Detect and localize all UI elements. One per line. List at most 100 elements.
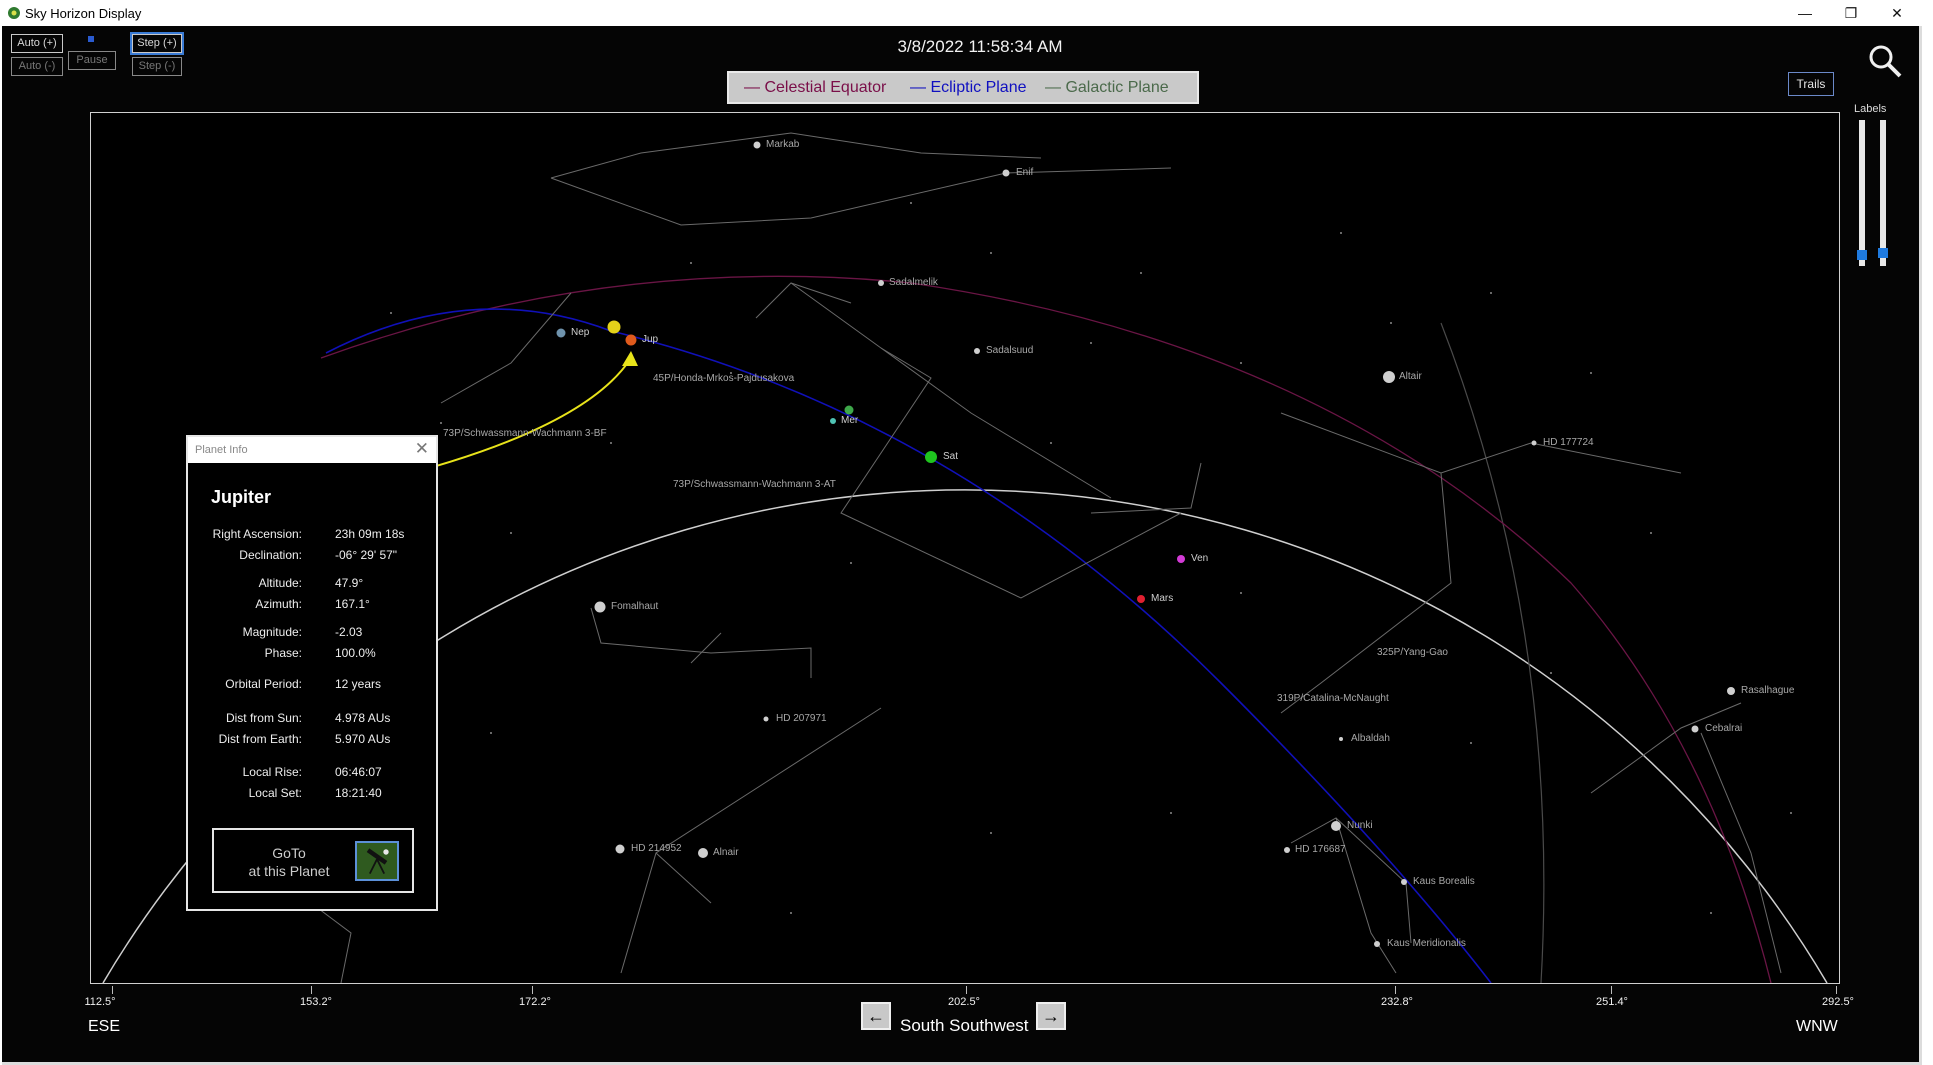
label-nep: Nep: [571, 327, 590, 338]
auto-plus-button[interactable]: Auto (+): [11, 34, 63, 53]
planet-info-header: Planet Info ✕: [188, 437, 436, 463]
star-kaus-meridionalis: [1374, 941, 1380, 947]
axis-mark: [532, 986, 533, 994]
star-rasalhague: [1727, 687, 1735, 695]
label-slider-2[interactable]: [1880, 120, 1886, 266]
restore-button[interactable]: ❐: [1828, 0, 1874, 26]
direction-center: South Southwest: [900, 1016, 1029, 1035]
label-319p: 319P/Catalina-McNaught: [1277, 693, 1389, 704]
goto-line2: at this Planet: [248, 863, 330, 879]
star-kaus-borealis: [1401, 879, 1407, 885]
search-icon[interactable]: [1868, 44, 1902, 78]
label-73p-at: 73P/Schwassmann-Wachmann 3-AT: [673, 479, 836, 490]
labels-caption: Labels: [1854, 103, 1887, 115]
datetime-display: 3/8/2022 11:58:34 AM: [897, 37, 1063, 56]
axis-mark: [1611, 986, 1612, 994]
label-kaus-meridionalis: Kaus Meridionalis: [1387, 938, 1466, 949]
venus-marker: [1177, 555, 1185, 563]
axis-tick-label: 112.5°: [84, 996, 116, 1008]
saturn-marker: [925, 451, 937, 463]
star-altair: [1383, 371, 1395, 383]
star-sadalmelik: [878, 280, 884, 286]
star-hd177724: [1531, 440, 1537, 446]
label-altair: Altair: [1399, 371, 1422, 382]
label-kaus-borealis: Kaus Borealis: [1413, 876, 1475, 887]
label-sadalsuud: Sadalsuud: [986, 345, 1034, 356]
planet-name: Jupiter: [211, 487, 272, 507]
mercury-marker: [830, 418, 836, 424]
label-slider-1-knob[interactable]: [1857, 250, 1867, 260]
label-slider-1[interactable]: [1859, 120, 1865, 266]
close-button[interactable]: ✕: [1874, 0, 1920, 26]
trails-toggle[interactable]: Trails: [1788, 72, 1834, 96]
label-ven: Ven: [1191, 553, 1209, 564]
legend-galactic-plane[interactable]: — Galactic Plane: [1045, 73, 1169, 102]
title-bar: Sky Horizon Display — ❐ ✕: [0, 0, 1933, 26]
step-minus-button[interactable]: Step (-): [132, 57, 182, 76]
goto-planet-button[interactable]: GoTo at this Planet: [212, 828, 414, 893]
pan-right-button[interactable]: →: [1036, 1002, 1066, 1030]
label-325p: 325P/Yang-Gao: [1377, 647, 1448, 658]
star-sadalsuud: [974, 348, 980, 354]
label-hd207971: HD 207971: [776, 713, 827, 724]
jupiter-marker: [625, 334, 637, 346]
label-45p: 45P/Honda-Mrkos-Pajdusakova: [653, 373, 795, 384]
mars-marker: [1137, 595, 1145, 603]
legend-ecliptic-plane[interactable]: — Ecliptic Plane: [910, 73, 1027, 102]
axis-tick-label: 153.2°: [300, 996, 332, 1008]
running-indicator: [88, 36, 94, 42]
pan-left-button[interactable]: ←: [861, 1002, 891, 1030]
star-hd214952: [615, 844, 625, 854]
axis-tick-label: 202.5°: [948, 996, 980, 1008]
label-mer: Mer: [841, 415, 859, 426]
direction-left: ESE: [88, 1018, 121, 1035]
label-alnair: Alnair: [713, 847, 739, 858]
label-fomalhaut: Fomalhaut: [611, 601, 659, 612]
star-hd176687: [1284, 847, 1290, 853]
label-73p-bf: 73P/Schwassmann-Wachmann 3-BF: [443, 428, 607, 439]
background-stars: [210, 202, 1792, 914]
label-hd177724: HD 177724: [1543, 437, 1594, 448]
window-title: Sky Horizon Display: [25, 6, 142, 21]
axis-mark: [1395, 986, 1396, 994]
legend-celestial-equator[interactable]: — Celestial Equator: [744, 73, 886, 102]
axis-tick-label: 172.2°: [519, 996, 551, 1008]
sun-marker: [607, 320, 621, 334]
pointer-arrowhead: [622, 351, 638, 366]
label-nunki: Nunki: [1347, 820, 1373, 831]
label-hd176687: HD 176687: [1295, 844, 1346, 855]
label-mars: Mars: [1151, 593, 1174, 604]
minimize-button[interactable]: —: [1782, 0, 1828, 26]
axis-tick-label: 292.5°: [1822, 996, 1854, 1008]
auto-minus-button[interactable]: Auto (-): [11, 57, 63, 76]
label-sat: Sat: [943, 451, 959, 462]
star-albaldah: [1339, 737, 1343, 741]
app-icon: [8, 7, 20, 19]
star-alnair: [698, 848, 708, 858]
star-markab: [753, 141, 761, 149]
neptune-marker: [556, 328, 566, 338]
named-stars: [594, 141, 1735, 947]
direction-right: WNW: [1796, 1018, 1838, 1035]
telescope-icon: [355, 841, 399, 881]
label-hd214952: HD 214952: [631, 843, 682, 854]
label-jup: Jup: [642, 334, 659, 345]
label-markab: Markab: [766, 139, 800, 150]
star-fomalhaut: [594, 601, 606, 613]
step-plus-button[interactable]: Step (+): [130, 32, 184, 55]
label-albaldah: Albaldah: [1351, 733, 1390, 744]
pause-button[interactable]: Pause: [68, 51, 116, 70]
label-enif: Enif: [1016, 167, 1034, 178]
celestial-equator-line: [320, 275, 1772, 983]
mercury-green-marker: [844, 405, 854, 415]
star-hd207971: [763, 716, 769, 722]
goto-line1: GoTo: [272, 845, 306, 861]
close-icon[interactable]: ✕: [415, 439, 429, 459]
constellation-lines: [270, 132, 1782, 983]
planet-info-title: Planet Info: [195, 444, 248, 456]
axis-mark: [966, 986, 967, 994]
label-slider-2-knob[interactable]: [1878, 248, 1888, 258]
label-cebalrai: Cebalrai: [1705, 723, 1743, 734]
star-cebalrai: [1691, 725, 1699, 733]
star-nunki: [1331, 821, 1341, 831]
